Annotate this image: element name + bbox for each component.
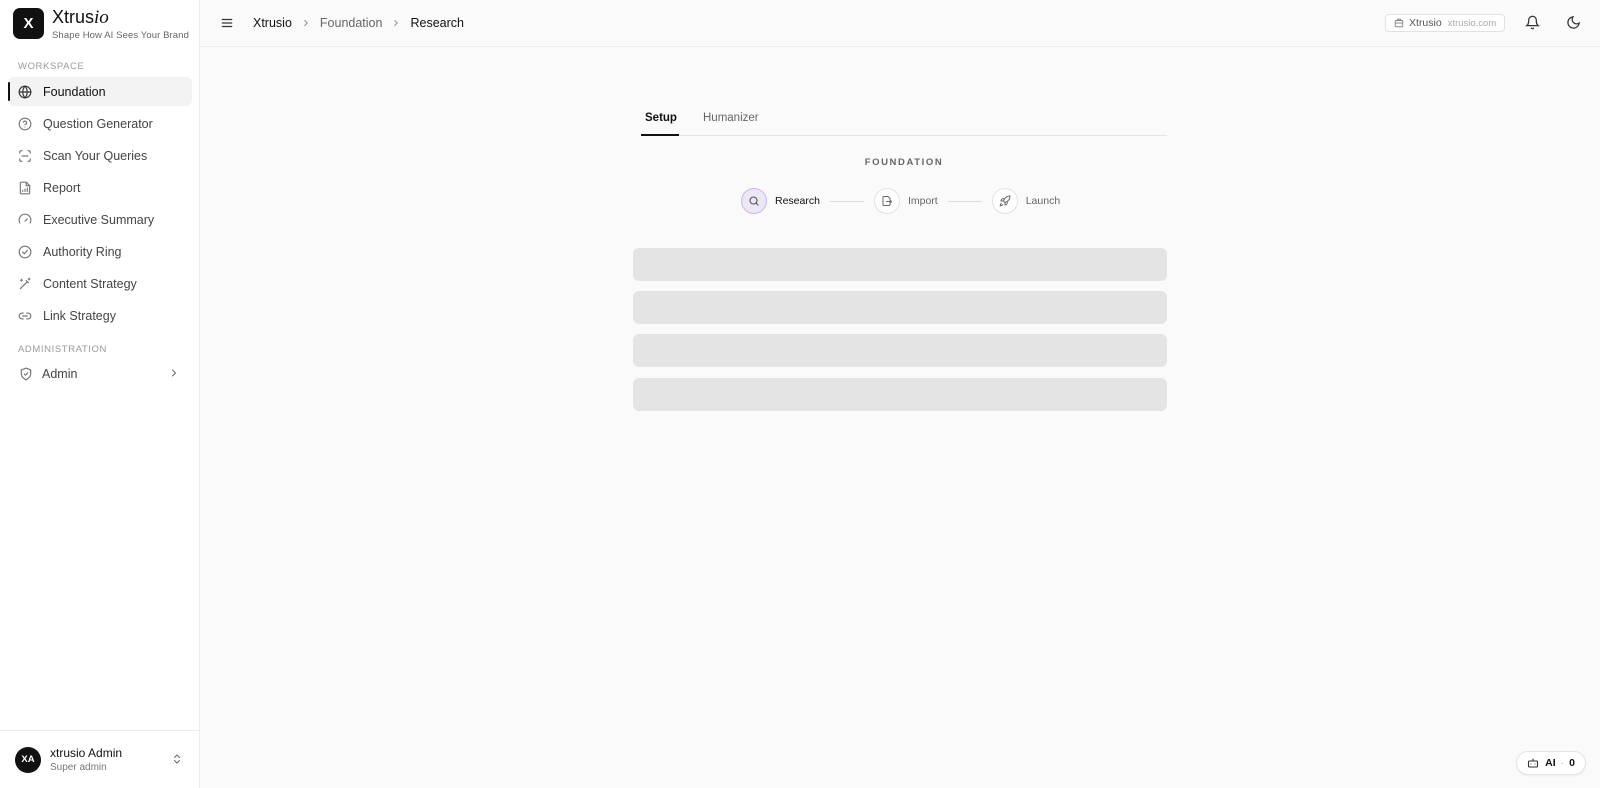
sidebar-item-content-strategy[interactable]: Content Strategy	[8, 269, 192, 298]
workspace-section-label: WORKSPACE	[18, 61, 85, 72]
chevron-right-icon	[301, 18, 311, 28]
breadcrumb-xtrusio[interactable]: Xtrusio	[253, 16, 292, 30]
sidebar-item-admin[interactable]: Admin	[8, 359, 192, 388]
loading-skeleton	[633, 378, 1167, 411]
step-import[interactable]: Import	[873, 188, 938, 214]
workspace-nav: Foundation Question Generator Scan Your …	[8, 77, 192, 333]
tab-setup[interactable]: Setup	[645, 112, 677, 124]
breadcrumb-research: Research	[410, 16, 464, 30]
question-circle-icon	[18, 117, 32, 131]
step-launch[interactable]: Launch	[991, 188, 1060, 214]
topbar: Xtrusio Foundation Research Xtrusio xtru…	[200, 0, 1600, 47]
search-icon	[741, 188, 767, 214]
brand-name: Xtrusio	[52, 7, 109, 28]
sidebar-item-scan-your-queries[interactable]: Scan Your Queries	[8, 141, 192, 170]
tab-humanizer[interactable]: Humanizer	[703, 112, 759, 124]
stepper: Research Import Launch	[741, 188, 1060, 214]
file-chart-icon	[18, 181, 32, 195]
loading-skeleton	[633, 248, 1167, 281]
globe-icon	[18, 84, 32, 99]
avatar: XA	[15, 746, 41, 773]
section-title: FOUNDATION	[864, 157, 944, 168]
site-name: Xtrusio	[1409, 17, 1442, 29]
ai-count: 0	[1569, 757, 1575, 769]
tabs: Setup Humanizer	[641, 104, 1167, 136]
user-menu[interactable]: XA xtrusio Admin Super admin	[0, 730, 199, 788]
chevron-right-icon	[168, 367, 180, 379]
bot-icon	[1527, 757, 1539, 769]
menu-icon[interactable]	[220, 16, 234, 30]
user-name: xtrusio Admin	[50, 746, 123, 760]
site-selector[interactable]: Xtrusio xtrusio.com	[1385, 14, 1506, 32]
chevron-right-icon	[391, 18, 401, 28]
chevrons-up-down-icon	[171, 752, 183, 766]
bell-icon[interactable]	[1525, 15, 1540, 30]
breadcrumb: Xtrusio Foundation Research	[253, 16, 464, 30]
magic-wand-icon	[18, 277, 32, 291]
import-icon	[873, 188, 900, 214]
loading-skeleton	[633, 291, 1167, 324]
ai-usage-badge[interactable]: AI · 0	[1516, 751, 1586, 775]
site-domain: xtrusio.com	[1447, 17, 1497, 29]
brand-logo: X	[13, 8, 44, 39]
sidebar-item-authority-ring[interactable]: Authority Ring	[8, 237, 192, 266]
brand[interactable]: X Xtrusio Shape How AI Sees Your Brand	[13, 8, 189, 41]
breadcrumb-foundation[interactable]: Foundation	[320, 16, 383, 30]
gauge-icon	[18, 213, 32, 227]
rocket-icon	[991, 188, 1018, 214]
sidebar-item-question-generator[interactable]: Question Generator	[8, 109, 192, 138]
step-connector	[947, 200, 982, 202]
loading-skeleton	[633, 334, 1167, 367]
sidebar: X Xtrusio Shape How AI Sees Your Brand W…	[0, 0, 200, 788]
admin-nav: Admin	[8, 359, 192, 391]
sidebar-item-link-strategy[interactable]: Link Strategy	[8, 301, 192, 330]
moon-icon[interactable]	[1566, 15, 1581, 30]
link-icon	[18, 309, 32, 323]
check-circle-icon	[18, 245, 32, 259]
building-icon	[1394, 18, 1404, 28]
administration-section-label: ADMINISTRATION	[18, 344, 107, 355]
brand-tagline: Shape How AI Sees Your Brand	[52, 30, 189, 41]
ai-label: AI	[1545, 757, 1556, 769]
scan-icon	[18, 149, 32, 163]
shield-icon	[19, 367, 33, 381]
sidebar-item-foundation[interactable]: Foundation	[8, 77, 192, 106]
sidebar-item-executive-summary[interactable]: Executive Summary	[8, 205, 192, 234]
step-research[interactable]: Research	[741, 188, 820, 214]
step-connector	[829, 200, 864, 202]
user-role: Super admin	[50, 762, 107, 773]
active-tab-indicator	[641, 134, 679, 136]
sidebar-item-report[interactable]: Report	[8, 173, 192, 202]
